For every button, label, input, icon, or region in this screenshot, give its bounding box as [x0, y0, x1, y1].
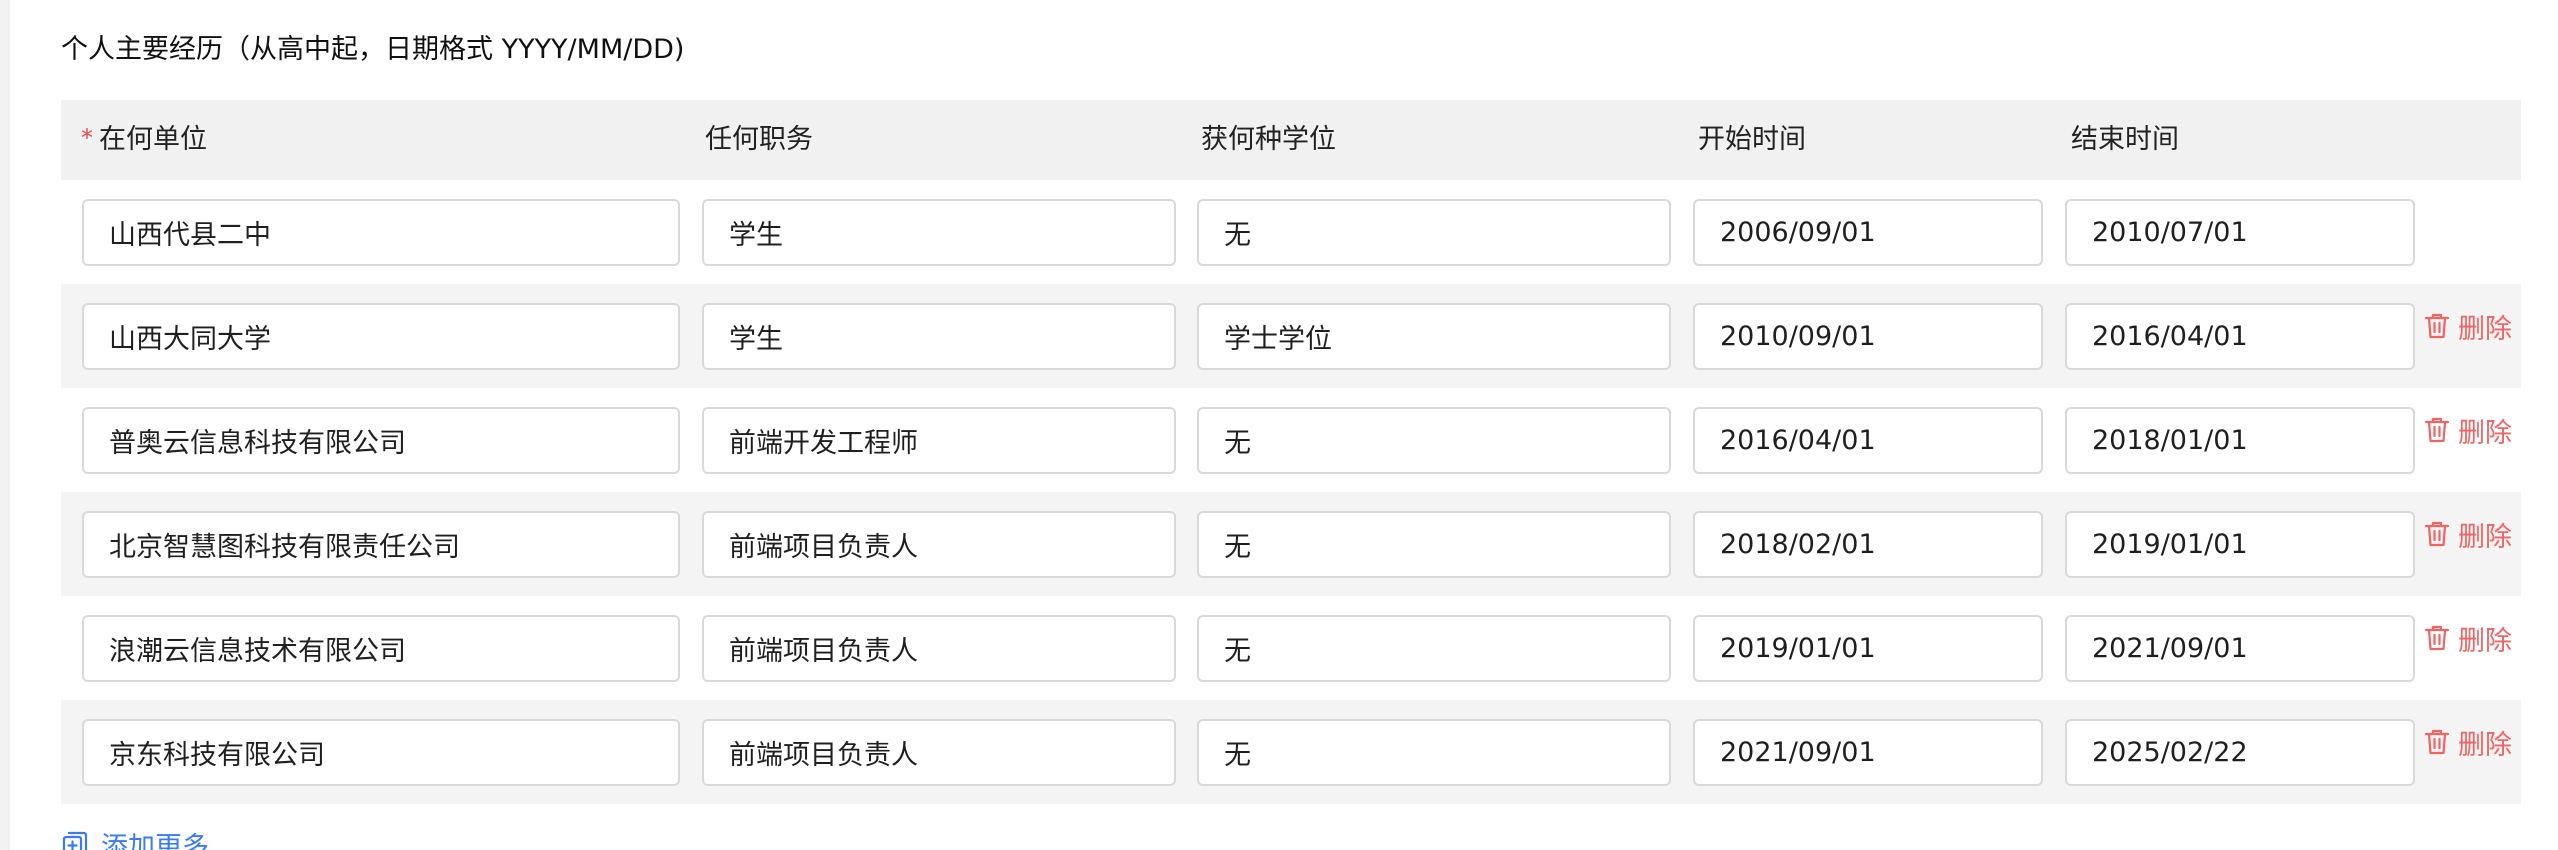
- unit-input[interactable]: [82, 719, 680, 786]
- delete-label: 删除: [2458, 417, 2512, 449]
- start-date-input[interactable]: [1693, 719, 2043, 786]
- start-date-input[interactable]: [1693, 511, 2043, 578]
- experience-table-header: * 在何单位 任何职务 获何种学位 开始时间 结束时间: [61, 100, 2521, 180]
- start-date-input[interactable]: [1693, 199, 2043, 266]
- delete-label: 删除: [2458, 521, 2512, 553]
- table-row: [61, 180, 2521, 284]
- trash-icon: [2424, 416, 2450, 444]
- end-date-input[interactable]: [2065, 511, 2415, 578]
- header-degree: 获何种学位: [1201, 124, 1336, 155]
- start-date-input[interactable]: [1693, 407, 2043, 474]
- trash-icon: [2424, 520, 2450, 548]
- table-row: 删除: [61, 596, 2521, 700]
- trash-icon: [2424, 624, 2450, 652]
- header-unit: * 在何单位: [81, 100, 207, 180]
- end-date-input[interactable]: [2065, 303, 2415, 370]
- delete-button[interactable]: 删除: [2424, 722, 2512, 762]
- section-title: 个人主要经历（从高中起，日期格式 YYYY/MM/DD): [61, 34, 685, 65]
- delete-label: 删除: [2458, 625, 2512, 657]
- trash-icon: [2424, 728, 2450, 756]
- add-more-label: 添加更多: [101, 831, 209, 850]
- add-more-button[interactable]: 添加更多: [61, 824, 209, 850]
- table-row: 删除: [61, 284, 2521, 388]
- header-unit-label: 在何单位: [99, 124, 207, 155]
- trash-icon: [2424, 312, 2450, 340]
- table-row: 删除: [61, 700, 2521, 804]
- unit-input[interactable]: [82, 303, 680, 370]
- end-date-input[interactable]: [2065, 719, 2415, 786]
- degree-input[interactable]: [1197, 407, 1671, 474]
- degree-input[interactable]: [1197, 615, 1671, 682]
- degree-input[interactable]: [1197, 199, 1671, 266]
- add-copy-icon: [61, 830, 89, 850]
- delete-label: 删除: [2458, 729, 2512, 761]
- degree-input[interactable]: [1197, 303, 1671, 370]
- delete-button[interactable]: 删除: [2424, 618, 2512, 658]
- position-input[interactable]: [702, 511, 1176, 578]
- end-date-input[interactable]: [2065, 407, 2415, 474]
- delete-label: 删除: [2458, 313, 2512, 345]
- unit-input[interactable]: [82, 407, 680, 474]
- unit-input[interactable]: [82, 511, 680, 578]
- end-date-input[interactable]: [2065, 199, 2415, 266]
- unit-input[interactable]: [82, 615, 680, 682]
- position-input[interactable]: [702, 615, 1176, 682]
- required-mark: *: [81, 124, 93, 152]
- unit-input[interactable]: [82, 199, 680, 266]
- table-row: 删除: [61, 388, 2521, 492]
- degree-input[interactable]: [1197, 719, 1671, 786]
- left-divider-strip: [0, 0, 10, 850]
- position-input[interactable]: [702, 407, 1176, 474]
- delete-button[interactable]: 删除: [2424, 410, 2512, 450]
- position-input[interactable]: [702, 719, 1176, 786]
- header-start-date: 开始时间: [1698, 124, 1806, 155]
- start-date-input[interactable]: [1693, 615, 2043, 682]
- position-input[interactable]: [702, 303, 1176, 370]
- delete-button[interactable]: 删除: [2424, 306, 2512, 346]
- position-input[interactable]: [702, 199, 1176, 266]
- table-row: 删除: [61, 492, 2521, 596]
- start-date-input[interactable]: [1693, 303, 2043, 370]
- header-position: 任何职务: [705, 124, 813, 155]
- experience-page: 个人主要经历（从高中起，日期格式 YYYY/MM/DD) * 在何单位 任何职务 …: [0, 0, 2558, 850]
- delete-button[interactable]: 删除: [2424, 514, 2512, 554]
- header-end-date: 结束时间: [2071, 124, 2179, 155]
- degree-input[interactable]: [1197, 511, 1671, 578]
- end-date-input[interactable]: [2065, 615, 2415, 682]
